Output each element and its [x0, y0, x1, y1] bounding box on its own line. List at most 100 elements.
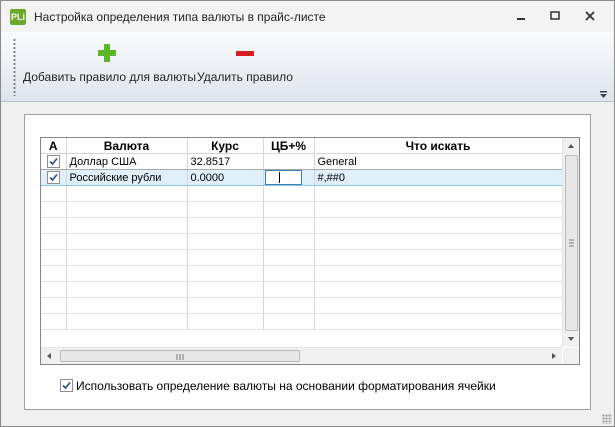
empty-cell: [41, 185, 67, 202]
row-checkbox-cell[interactable]: [41, 153, 67, 170]
empty-cell: [41, 249, 67, 266]
empty-cell: [66, 201, 188, 218]
empty-cell: [187, 185, 264, 202]
empty-cell: [66, 313, 188, 330]
format-detection-checkbox[interactable]: [60, 379, 73, 392]
empty-row: [41, 201, 563, 218]
format-detection-option[interactable]: Использовать определение валюты на основ…: [60, 379, 496, 393]
empty-cell: [314, 281, 563, 298]
empty-cell: [314, 201, 563, 218]
empty-cell: [187, 249, 264, 266]
row-checkbox[interactable]: [46, 155, 60, 168]
empty-cell: [263, 249, 315, 266]
currency-cell[interactable]: Доллар США: [66, 153, 188, 170]
empty-cell: [263, 233, 315, 250]
search-cell[interactable]: General: [314, 153, 563, 170]
horizontal-scrollbar[interactable]: [41, 347, 562, 364]
close-button[interactable]: [577, 7, 603, 27]
empty-cell: [263, 297, 315, 314]
row-checkbox[interactable]: [46, 171, 60, 184]
empty-cell: [66, 185, 188, 202]
toolbar-grip[interactable]: [13, 38, 16, 96]
empty-cell: [314, 249, 563, 266]
plus-icon: [98, 44, 116, 62]
close-icon: [585, 11, 595, 21]
empty-row: [41, 281, 563, 298]
vertical-scroll-thumb[interactable]: [565, 155, 578, 331]
title-bar[interactable]: PLi Настройка определения типа валюты в …: [1, 1, 614, 32]
vertical-scrollbar[interactable]: [562, 138, 579, 347]
empty-row: [41, 297, 563, 314]
column-header-cb[interactable]: ЦБ+%: [263, 138, 315, 154]
format-detection-label: Использовать определение валюты на основ…: [76, 379, 496, 393]
empty-cell: [314, 217, 563, 234]
empty-cell: [187, 217, 264, 234]
column-header-rate[interactable]: Курс: [187, 138, 264, 154]
column-header-currency[interactable]: Валюта: [66, 138, 188, 154]
add-rule-button[interactable]: Добавить правило для валюты: [23, 40, 196, 94]
horizontal-scroll-thumb[interactable]: [60, 350, 300, 362]
search-cell[interactable]: #,##0: [314, 169, 563, 186]
checkmark-icon: [62, 381, 71, 390]
empty-row: [41, 233, 563, 250]
delete-rule-label: Удалить правило: [197, 70, 293, 84]
rules-grid[interactable]: А Валюта Курс ЦБ+% Что искать Доллар США…: [40, 137, 580, 365]
empty-cell: [263, 217, 315, 234]
empty-cell: [263, 185, 315, 202]
empty-cell: [263, 201, 315, 218]
table-row[interactable]: Доллар США 32.8517 General: [41, 153, 563, 170]
scrollbar-corner: [563, 348, 579, 364]
grip-lines-icon: [176, 354, 184, 360]
rate-cell[interactable]: 0.0000: [187, 169, 264, 186]
app-icon: PLi: [10, 9, 26, 25]
row-checkbox-cell[interactable]: [41, 169, 67, 186]
empty-cell: [187, 313, 264, 330]
empty-row: [41, 265, 563, 282]
empty-cell: [263, 313, 315, 330]
empty-cell: [314, 265, 563, 282]
minus-icon: [236, 51, 254, 56]
empty-cell: [66, 217, 188, 234]
rate-cell[interactable]: 32.8517: [187, 153, 264, 170]
empty-row: [41, 249, 563, 266]
column-header-search[interactable]: Что искать: [314, 138, 563, 154]
scroll-down-icon: [568, 337, 574, 341]
empty-cell: [263, 281, 315, 298]
empty-row: [41, 217, 563, 234]
delete-rule-button[interactable]: Удалить правило: [197, 40, 293, 94]
empty-cell: [66, 233, 188, 250]
header-row: А Валюта Курс ЦБ+% Что искать: [41, 138, 563, 154]
cb-cell-editing[interactable]: [263, 169, 315, 186]
table-row-selected[interactable]: Российские рубли 0.0000 #,##0: [41, 169, 563, 186]
content-panel: А Валюта Курс ЦБ+% Что искать Доллар США…: [24, 114, 591, 410]
empty-cell: [263, 265, 315, 282]
empty-cell: [187, 297, 264, 314]
empty-cell: [66, 281, 188, 298]
empty-cell: [187, 281, 264, 298]
cb-edit-input[interactable]: [264, 170, 302, 185]
empty-cell: [41, 297, 67, 314]
scroll-right-icon: [552, 353, 556, 359]
column-header-active[interactable]: А: [41, 138, 67, 154]
minimize-icon: [517, 18, 525, 20]
empty-cell: [41, 201, 67, 218]
empty-row: [41, 185, 563, 202]
text-caret: [278, 172, 280, 183]
maximize-button[interactable]: [542, 7, 568, 27]
scroll-up-icon: [568, 144, 574, 148]
window-title: Настройка определения типа валюты в прай…: [34, 10, 326, 24]
checkmark-icon: [49, 173, 58, 182]
checkmark-icon: [49, 157, 58, 166]
minimize-button[interactable]: [508, 7, 534, 27]
empty-cell: [187, 201, 264, 218]
empty-cell: [187, 265, 264, 282]
toolbar: Добавить правило для валюты Удалить прав…: [1, 32, 614, 102]
empty-cell: [66, 297, 188, 314]
empty-cell: [314, 233, 563, 250]
resize-grip-icon[interactable]: [602, 414, 612, 424]
empty-row: [41, 313, 563, 330]
currency-cell[interactable]: Российские рубли: [66, 169, 188, 186]
scroll-left-icon: [47, 353, 51, 359]
cb-cell[interactable]: [263, 153, 315, 170]
toolbar-overflow-icon[interactable]: [599, 90, 608, 99]
